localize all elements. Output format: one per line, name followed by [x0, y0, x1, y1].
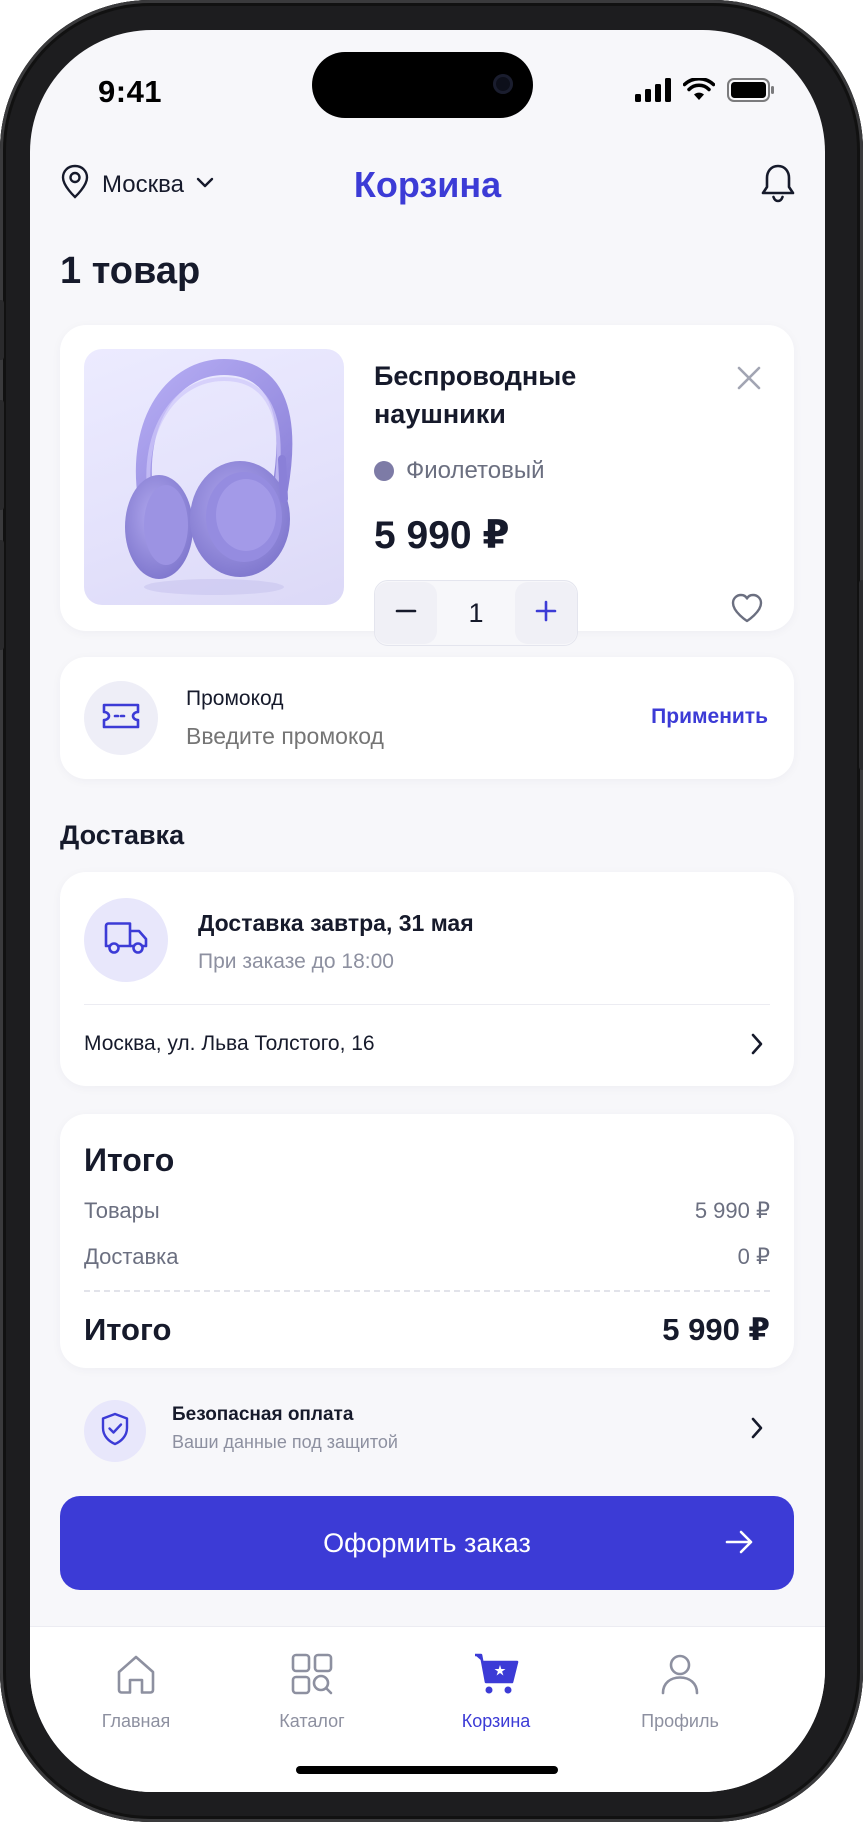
plus-icon: [534, 599, 558, 628]
address-chevron-button[interactable]: [750, 1032, 764, 1061]
divider: [84, 1004, 770, 1005]
minus-icon: [394, 599, 418, 628]
product-color: Фиолетовый: [374, 457, 545, 485]
product-image[interactable]: [84, 349, 344, 605]
secure-payment-subtitle: Ваши данные под защитой: [172, 1432, 398, 1452]
total-value: 5 990 ₽: [662, 1312, 770, 1347]
headphones-image: [125, 358, 293, 595]
status-icons: [635, 77, 775, 107]
tab-catalog[interactable]: Каталог: [232, 1645, 392, 1732]
arrow-right-icon: [724, 1528, 754, 1563]
shield-icon-badge: [84, 1400, 146, 1462]
top-bar: Москва Корзина: [30, 150, 825, 220]
order-summary-card: Итого Товары 5 990 ₽ Доставка 0 ₽ Итого …: [60, 1114, 794, 1368]
truck-icon: [103, 920, 149, 961]
summary-heading: Итого: [84, 1142, 175, 1178]
delivery-address[interactable]: Москва, ул. Льва Толстого, 16: [84, 1032, 375, 1056]
dashed-divider: [84, 1290, 770, 1292]
status-time: 9:41: [98, 74, 163, 109]
delivery-card: Доставка завтра, 31 мая При заказе до 18…: [60, 872, 794, 1086]
decrease-quantity-button[interactable]: [375, 582, 437, 644]
tab-profile[interactable]: Профиль: [600, 1645, 760, 1732]
quantity-value: 1: [468, 597, 484, 628]
quantity-stepper: 1: [374, 580, 578, 646]
profile-icon: [600, 1645, 760, 1703]
goods-label: Товары: [84, 1198, 160, 1223]
increase-quantity-button[interactable]: [515, 582, 577, 644]
tab-profile-label: Профиль: [641, 1711, 719, 1731]
promo-code-card: Промокод Применить: [60, 657, 794, 779]
phone-side-button: [0, 300, 4, 360]
color-swatch: [374, 461, 394, 481]
tab-cart-label: Корзина: [461, 1711, 531, 1731]
heart-icon: [730, 593, 764, 627]
tab-home[interactable]: Главная: [56, 1645, 216, 1732]
secure-payment-row[interactable]: Безопасная оплата Ваши данные под защито…: [60, 1394, 794, 1470]
promo-code-input[interactable]: [186, 723, 486, 750]
tab-catalog-label: Каталог: [279, 1711, 345, 1731]
summary-row-goods: Товары 5 990 ₽: [84, 1198, 770, 1224]
chevron-right-icon: [750, 1033, 764, 1060]
phone-volume-down: [0, 540, 4, 650]
cart-icon: [416, 1645, 576, 1703]
cart-item-card: Беспроводные наушники Фиолетовый 5 990 ₽…: [60, 325, 794, 646]
tab-home-label: Главная: [101, 1711, 171, 1731]
apply-promo-button[interactable]: Применить: [651, 705, 768, 729]
shield-icon: [100, 1412, 130, 1451]
truck-icon-badge: [84, 898, 168, 982]
home-icon: [56, 1645, 216, 1703]
coupon-icon-badge: [84, 681, 158, 755]
camera-icon: [493, 74, 513, 94]
product-name[interactable]: Беспроводные наушники: [374, 357, 634, 433]
wifi-icon: [682, 77, 716, 107]
phone-volume-up: [0, 400, 4, 510]
checkout-button[interactable]: Оформить заказ: [60, 1496, 794, 1590]
product-price: 5 990 ₽: [374, 514, 510, 557]
favorite-button[interactable]: [730, 593, 764, 628]
catalog-icon: [232, 1645, 392, 1703]
delivery-cost-label: Доставка: [84, 1244, 179, 1269]
delivery-cost-value: 0 ₽: [737, 1244, 770, 1269]
goods-value: 5 990 ₽: [694, 1198, 770, 1223]
secure-chevron: [750, 1416, 764, 1445]
summary-row-total: Итого 5 990 ₽: [84, 1312, 770, 1348]
delivery-condition: При заказе до 18:00: [198, 950, 394, 973]
phone-frame: 9:41 Москва Корзина 1 товар Беспроводные…: [0, 0, 863, 1822]
promo-label: Промокод: [186, 687, 284, 710]
cart-count-title: 1 товар: [60, 250, 201, 292]
chevron-right-icon: [750, 1417, 764, 1444]
notifications-button[interactable]: [759, 162, 797, 209]
signal-icon: [635, 78, 671, 107]
phone-power-button: [859, 580, 863, 770]
page-title: Корзина: [353, 164, 502, 205]
total-label: Итого: [84, 1312, 172, 1347]
tab-cart[interactable]: Корзина: [416, 1645, 576, 1732]
app-screen: 9:41 Москва Корзина 1 товар Беспроводные…: [30, 30, 825, 1792]
checkout-label: Оформить заказ: [323, 1527, 531, 1558]
home-indicator[interactable]: [296, 1766, 558, 1774]
coupon-icon: [101, 701, 141, 736]
summary-row-delivery: Доставка 0 ₽: [84, 1244, 770, 1270]
dynamic-island: [312, 52, 533, 118]
battery-icon: [727, 78, 775, 107]
bell-icon: [759, 164, 797, 208]
close-icon: [736, 366, 762, 395]
delivery-date: Доставка завтра, 31 мая: [198, 910, 474, 936]
secure-payment-title: Безопасная оплата: [172, 1404, 354, 1425]
color-name: Фиолетовый: [406, 457, 545, 484]
delivery-section-title: Доставка: [60, 820, 185, 850]
remove-item-button[interactable]: [736, 365, 762, 396]
